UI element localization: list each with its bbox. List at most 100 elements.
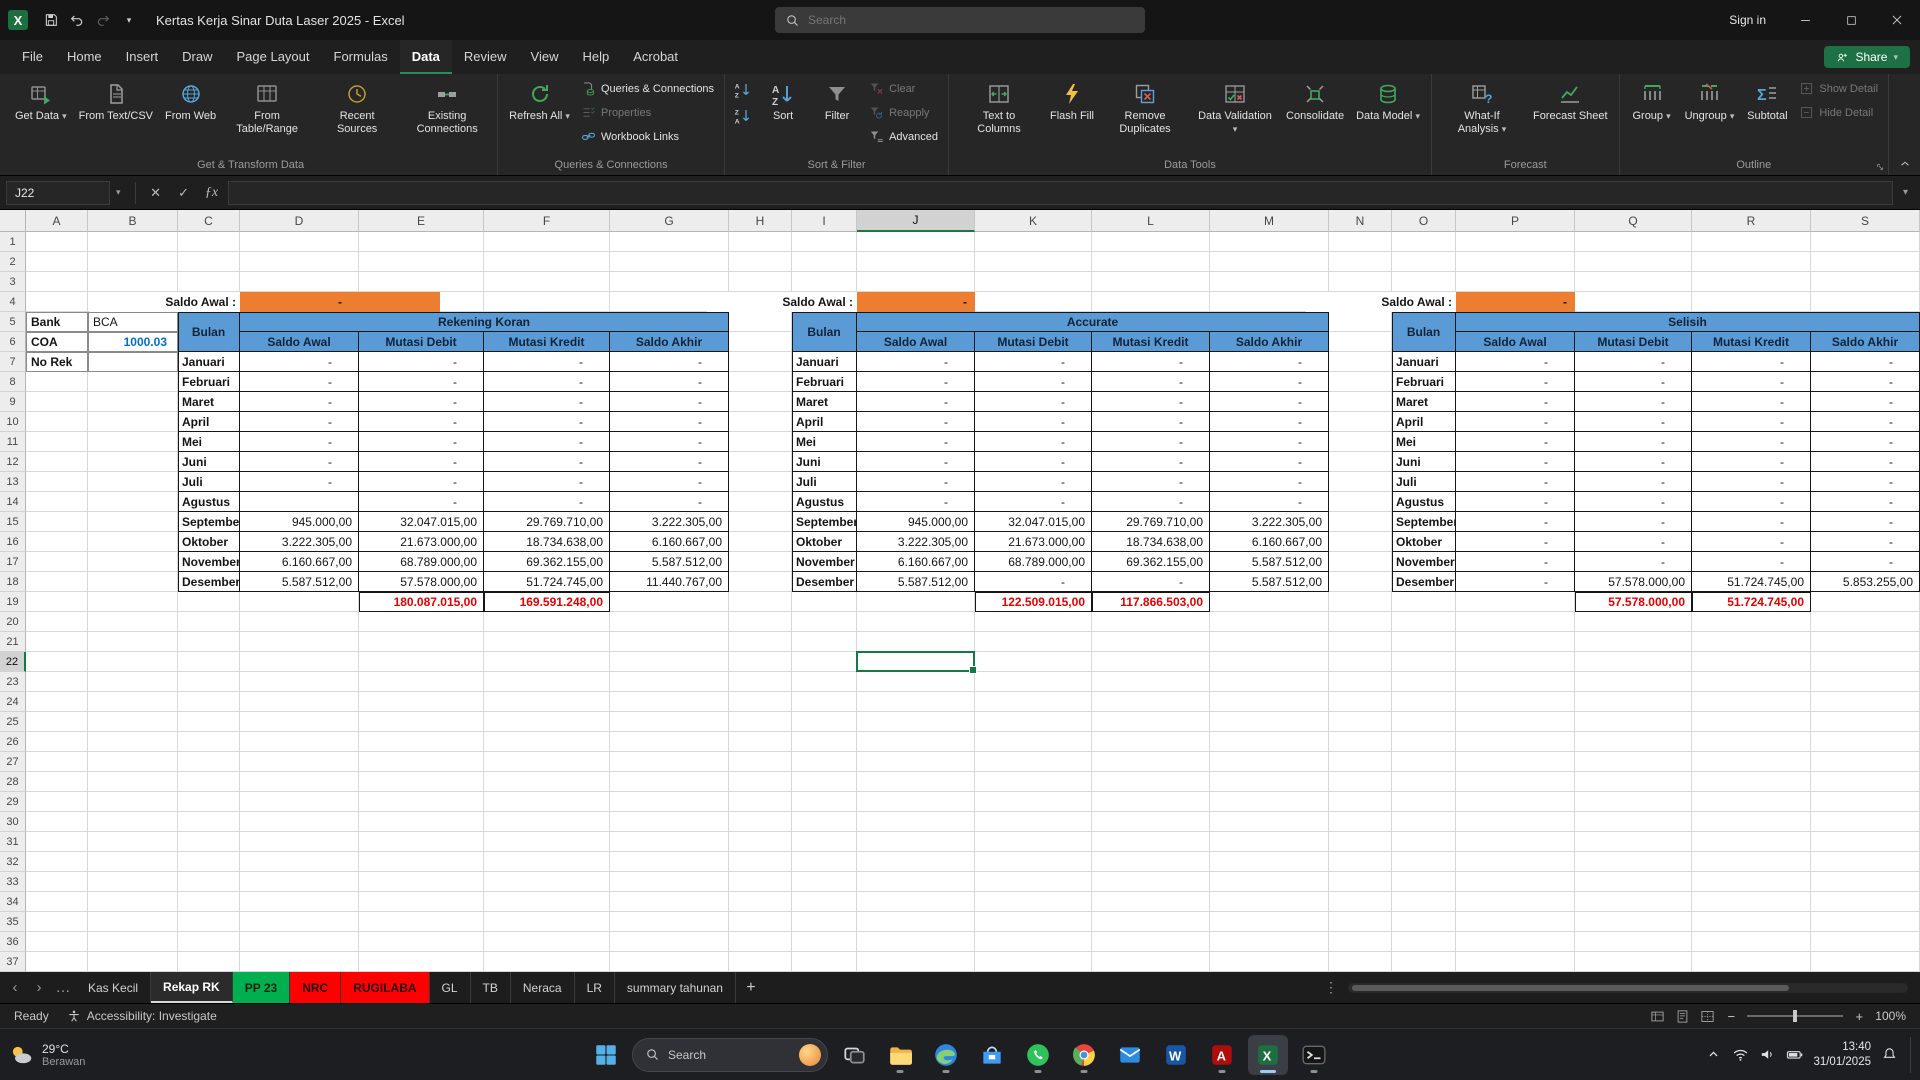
refresh-all-button[interactable]: Refresh All ▾	[504, 78, 575, 154]
value-cell[interactable]: -	[1811, 432, 1920, 452]
wifi-icon[interactable]	[1732, 1046, 1749, 1063]
total-cell[interactable]: 51.724.745,00	[1692, 592, 1811, 612]
month-cell[interactable]: Maret	[792, 392, 857, 412]
search-highlight-icon[interactable]	[799, 1044, 821, 1066]
value-cell[interactable]: 3.222.305,00	[1210, 512, 1329, 532]
get-data-button[interactable]: Get Data ▾	[10, 78, 72, 154]
value-cell[interactable]: -	[1092, 392, 1210, 412]
month-cell[interactable]: Desember	[792, 572, 857, 592]
ribbon-tab-file[interactable]: File	[10, 40, 55, 74]
value-cell[interactable]: 6.160.667,00	[1210, 532, 1329, 552]
row-header-9[interactable]: 9	[0, 392, 26, 412]
row-header-33[interactable]: 33	[0, 872, 26, 892]
value-cell[interactable]: -	[1210, 392, 1329, 412]
saldo-awal-value[interactable]: -	[240, 292, 440, 312]
value-cell[interactable]: -	[1811, 452, 1920, 472]
row-header-3[interactable]: 3	[0, 272, 26, 292]
total-cell[interactable]: 57.578.000,00	[1575, 592, 1692, 612]
group-button[interactable]: Group ▾	[1626, 78, 1678, 154]
column-header-C[interactable]: C	[178, 210, 240, 232]
collapse-ribbon-icon[interactable]	[1898, 157, 1912, 171]
month-cell[interactable]: Februari	[1392, 372, 1456, 392]
what-if-analysis-button[interactable]: ? What-If Analysis ▾	[1438, 78, 1526, 154]
row-header-23[interactable]: 23	[0, 672, 26, 692]
month-cell[interactable]: September	[178, 512, 240, 532]
month-cell[interactable]: Juni	[1392, 452, 1456, 472]
value-cell[interactable]: -	[1575, 472, 1692, 492]
value-cell[interactable]: -	[610, 492, 729, 512]
select-all-corner[interactable]	[0, 210, 26, 232]
month-cell[interactable]: Mei	[792, 432, 857, 452]
sheet-tab-summary-tahunan[interactable]: summary tahunan	[615, 972, 736, 1003]
value-cell[interactable]: -	[1692, 452, 1811, 472]
value-cell[interactable]: -	[975, 412, 1092, 432]
row-header-15[interactable]: 15	[0, 512, 26, 532]
value-cell[interactable]: -	[1210, 452, 1329, 472]
name-box-caret-icon[interactable]: ▾	[114, 187, 127, 198]
value-cell[interactable]: -	[240, 412, 359, 432]
value-cell[interactable]: -	[1692, 352, 1811, 372]
value-cell[interactable]: -	[1692, 532, 1811, 552]
column-header-B[interactable]: B	[88, 210, 178, 232]
row-header-5[interactable]: 5	[0, 312, 26, 332]
value-cell[interactable]: -	[975, 392, 1092, 412]
month-cell[interactable]: September	[792, 512, 857, 532]
reapply-button[interactable]: Reapply	[865, 102, 942, 123]
value-cell[interactable]: -	[857, 432, 975, 452]
value-cell[interactable]: -	[484, 452, 610, 472]
value-cell[interactable]: 69.362.155,00	[484, 552, 610, 572]
month-cell[interactable]: Maret	[178, 392, 240, 412]
value-cell[interactable]: 18.734.638,00	[484, 532, 610, 552]
new-sheet-button[interactable]: +	[738, 979, 764, 997]
minimize-button[interactable]	[1782, 0, 1828, 40]
value-cell[interactable]: -	[975, 372, 1092, 392]
value-cell[interactable]: -	[975, 572, 1092, 592]
value-cell[interactable]: -	[1575, 432, 1692, 452]
value-cell[interactable]: -	[484, 392, 610, 412]
show-desktop-button[interactable]	[1910, 1037, 1914, 1073]
sheet-list-icon[interactable]: …	[52, 979, 74, 996]
sort-descending-button[interactable]: ZA	[731, 104, 755, 127]
value-cell[interactable]: 5.587.512,00	[1210, 572, 1329, 592]
sort-button[interactable]: AZ Sort	[757, 78, 809, 154]
row-header-36[interactable]: 36	[0, 932, 26, 952]
value-cell[interactable]: -	[1456, 552, 1575, 572]
column-header-E[interactable]: E	[359, 210, 484, 232]
outline-dialog-launcher-icon[interactable]	[1875, 162, 1885, 172]
value-cell[interactable]: -	[857, 352, 975, 372]
advanced-filter-button[interactable]: Advanced	[865, 126, 942, 147]
month-cell[interactable]: Mei	[178, 432, 240, 452]
column-header-O[interactable]: O	[1392, 210, 1456, 232]
selection-box[interactable]	[856, 651, 975, 672]
page-layout-view-icon[interactable]	[1675, 1009, 1690, 1024]
value-cell[interactable]: -	[359, 392, 484, 412]
value-cell[interactable]: -	[359, 352, 484, 372]
info-value[interactable]: 1000.03	[88, 332, 178, 352]
value-cell[interactable]: -	[1092, 372, 1210, 392]
sheet-nav-right-icon[interactable]: ›	[28, 979, 50, 996]
value-cell[interactable]: -	[1456, 472, 1575, 492]
value-cell[interactable]: -	[1092, 352, 1210, 372]
value-cell[interactable]: 18.734.638,00	[1092, 532, 1210, 552]
row-header-12[interactable]: 12	[0, 452, 26, 472]
search-input[interactable]	[808, 13, 1088, 27]
from-web-button[interactable]: From Web	[160, 78, 221, 154]
month-cell[interactable]: Juni	[792, 452, 857, 472]
value-cell[interactable]: -	[610, 472, 729, 492]
sheet-tab-rekap-rk[interactable]: Rekap RK	[151, 972, 233, 1003]
column-header-K[interactable]: K	[975, 210, 1092, 232]
row-header-22[interactable]: 22	[0, 652, 26, 672]
ribbon-tab-page-layout[interactable]: Page Layout	[225, 40, 322, 74]
value-cell[interactable]: -	[975, 492, 1092, 512]
sheet-tab-lr[interactable]: LR	[575, 972, 615, 1003]
value-cell[interactable]: -	[1575, 532, 1692, 552]
value-cell[interactable]: -	[1692, 392, 1811, 412]
value-cell[interactable]: -	[1811, 552, 1920, 572]
saldo-awal-value[interactable]: -	[1456, 292, 1575, 312]
value-cell[interactable]: 57.578.000,00	[359, 572, 484, 592]
ribbon-tab-home[interactable]: Home	[55, 40, 114, 74]
value-cell[interactable]: -	[857, 372, 975, 392]
sheet-tab-nrc[interactable]: NRC	[290, 972, 341, 1003]
value-cell[interactable]: -	[1692, 372, 1811, 392]
value-cell[interactable]: -	[857, 452, 975, 472]
